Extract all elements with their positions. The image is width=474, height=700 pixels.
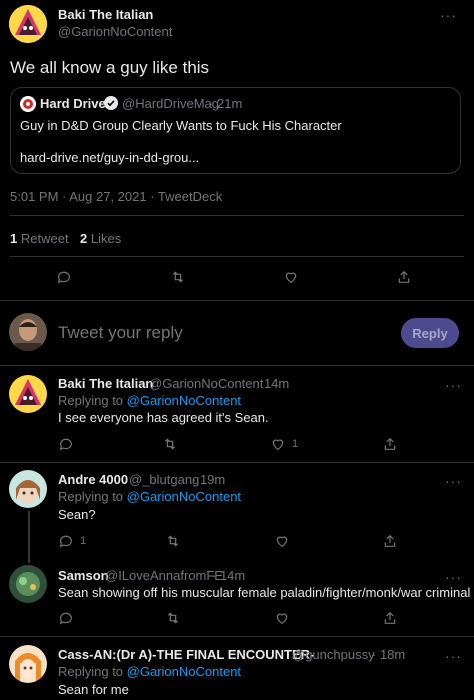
reply-time[interactable]: · 19m bbox=[192, 472, 225, 487]
reply-time[interactable]: · 14m bbox=[256, 376, 289, 391]
quote-avatar bbox=[20, 96, 36, 112]
divider bbox=[0, 300, 474, 301]
reply-text: Sean showing off his muscular female pal… bbox=[58, 585, 471, 600]
more-icon[interactable]: ··· bbox=[445, 570, 462, 584]
divider bbox=[10, 215, 464, 216]
user-avatar[interactable] bbox=[9, 313, 47, 351]
reply-time[interactable]: · 18m bbox=[372, 647, 405, 662]
retweet-icon[interactable] bbox=[165, 533, 181, 549]
like-icon[interactable] bbox=[274, 610, 290, 626]
likes-stat[interactable]: 2 Likes bbox=[80, 231, 121, 246]
author-avatar[interactable] bbox=[9, 5, 47, 43]
reply-avatar[interactable] bbox=[9, 645, 47, 683]
quote-text: Guy in D&D Group Clearly Wants to Fuck H… bbox=[20, 118, 342, 133]
verified-icon bbox=[104, 96, 118, 110]
author-name[interactable]: Baki The Italian bbox=[58, 7, 153, 22]
replying-to-handle[interactable]: @GarionNoContent bbox=[127, 489, 241, 504]
share-icon[interactable] bbox=[382, 610, 398, 626]
more-icon[interactable]: ··· bbox=[445, 649, 462, 663]
divider bbox=[0, 462, 474, 463]
reply-text: Sean for me bbox=[58, 682, 129, 697]
share-icon[interactable] bbox=[382, 436, 398, 452]
reply-count: 1 bbox=[80, 535, 87, 547]
replying-to-handle[interactable]: @GarionNoContent bbox=[127, 393, 241, 408]
retweets-label: Retweet bbox=[20, 231, 69, 246]
more-icon[interactable]: ··· bbox=[440, 8, 457, 22]
reply-author-handle[interactable]: @ILoveAnnafromFE bbox=[105, 568, 223, 583]
reply-avatar[interactable] bbox=[9, 565, 47, 603]
replying-to-prefix: Replying to bbox=[58, 489, 124, 504]
reply-input[interactable] bbox=[58, 320, 388, 346]
reply-author-handle[interactable]: @_blutgang bbox=[129, 472, 199, 487]
author-handle[interactable]: @GarionNoContent bbox=[58, 24, 172, 39]
replying-to: Replying to @GarionNoContent bbox=[58, 393, 241, 408]
share-icon[interactable] bbox=[396, 269, 412, 285]
quote-separator: · bbox=[209, 96, 214, 111]
like-icon[interactable] bbox=[283, 269, 299, 285]
replying-to: Replying to @GarionNoContent bbox=[58, 489, 241, 504]
replying-to: Replying to @GarionNoContent bbox=[58, 664, 241, 679]
quote-link[interactable]: hard-drive.net/guy-in-dd-grou... bbox=[20, 150, 199, 165]
retweet-icon[interactable] bbox=[165, 610, 181, 626]
like-icon[interactable] bbox=[274, 533, 290, 549]
reply-text: I see everyone has agreed it's Sean. bbox=[58, 410, 269, 425]
reply-author-name[interactable]: Samson bbox=[58, 568, 109, 583]
quote-author-handle: @HardDriveMag bbox=[122, 96, 219, 111]
like-count: 1 bbox=[292, 438, 299, 450]
retweet-icon[interactable] bbox=[162, 436, 178, 452]
reply-text: Sean? bbox=[58, 507, 96, 522]
reply-time[interactable]: · 14m bbox=[212, 568, 245, 583]
reply-icon[interactable] bbox=[58, 610, 74, 626]
likes-count: 2 bbox=[80, 231, 88, 246]
share-icon[interactable] bbox=[382, 533, 398, 549]
reply-author-name[interactable]: Cass-AN:(Dr A)-THE FINAL ENCOUNTER- bbox=[58, 647, 314, 662]
reply-icon[interactable]: 1 bbox=[58, 533, 86, 549]
reply-author-handle[interactable]: @gunchpussy bbox=[292, 647, 375, 662]
divider bbox=[0, 365, 474, 366]
more-icon[interactable]: ··· bbox=[445, 474, 462, 488]
reply-author-name[interactable]: Baki The Italian bbox=[58, 376, 153, 391]
reply-author-handle[interactable]: @GarionNoContent bbox=[149, 376, 263, 391]
reply-author-name[interactable]: Andre 4000 bbox=[58, 472, 128, 487]
more-icon[interactable]: ··· bbox=[445, 378, 462, 392]
quote-time: 21m bbox=[217, 96, 243, 111]
tweet-timestamp[interactable]: 5:01 PM · Aug 27, 2021 · TweetDeck bbox=[10, 189, 222, 204]
thread-line bbox=[28, 511, 30, 563]
retweets-stat[interactable]: 1 Retweet bbox=[10, 231, 69, 246]
replying-to-handle[interactable]: @GarionNoContent bbox=[127, 664, 241, 679]
reply-icon[interactable] bbox=[56, 269, 72, 285]
retweet-icon[interactable] bbox=[170, 269, 186, 285]
divider bbox=[10, 256, 464, 257]
quoted-tweet[interactable]: Hard Drive @HardDriveMag · 21m Guy in D&… bbox=[10, 87, 461, 174]
like-icon[interactable]: 1 bbox=[270, 436, 298, 452]
likes-label: Likes bbox=[90, 231, 122, 246]
replying-to-prefix: Replying to bbox=[58, 664, 124, 679]
tweet-text: We all know a guy like this bbox=[10, 58, 210, 77]
reply-icon[interactable] bbox=[58, 436, 74, 452]
divider bbox=[0, 636, 474, 637]
reply-button[interactable]: Reply bbox=[401, 318, 459, 348]
retweets-count: 1 bbox=[10, 231, 18, 246]
reply-avatar[interactable] bbox=[9, 470, 47, 508]
quote-author-name: Hard Drive bbox=[40, 96, 106, 111]
replying-to-prefix: Replying to bbox=[58, 393, 124, 408]
reply-avatar[interactable] bbox=[9, 375, 47, 413]
